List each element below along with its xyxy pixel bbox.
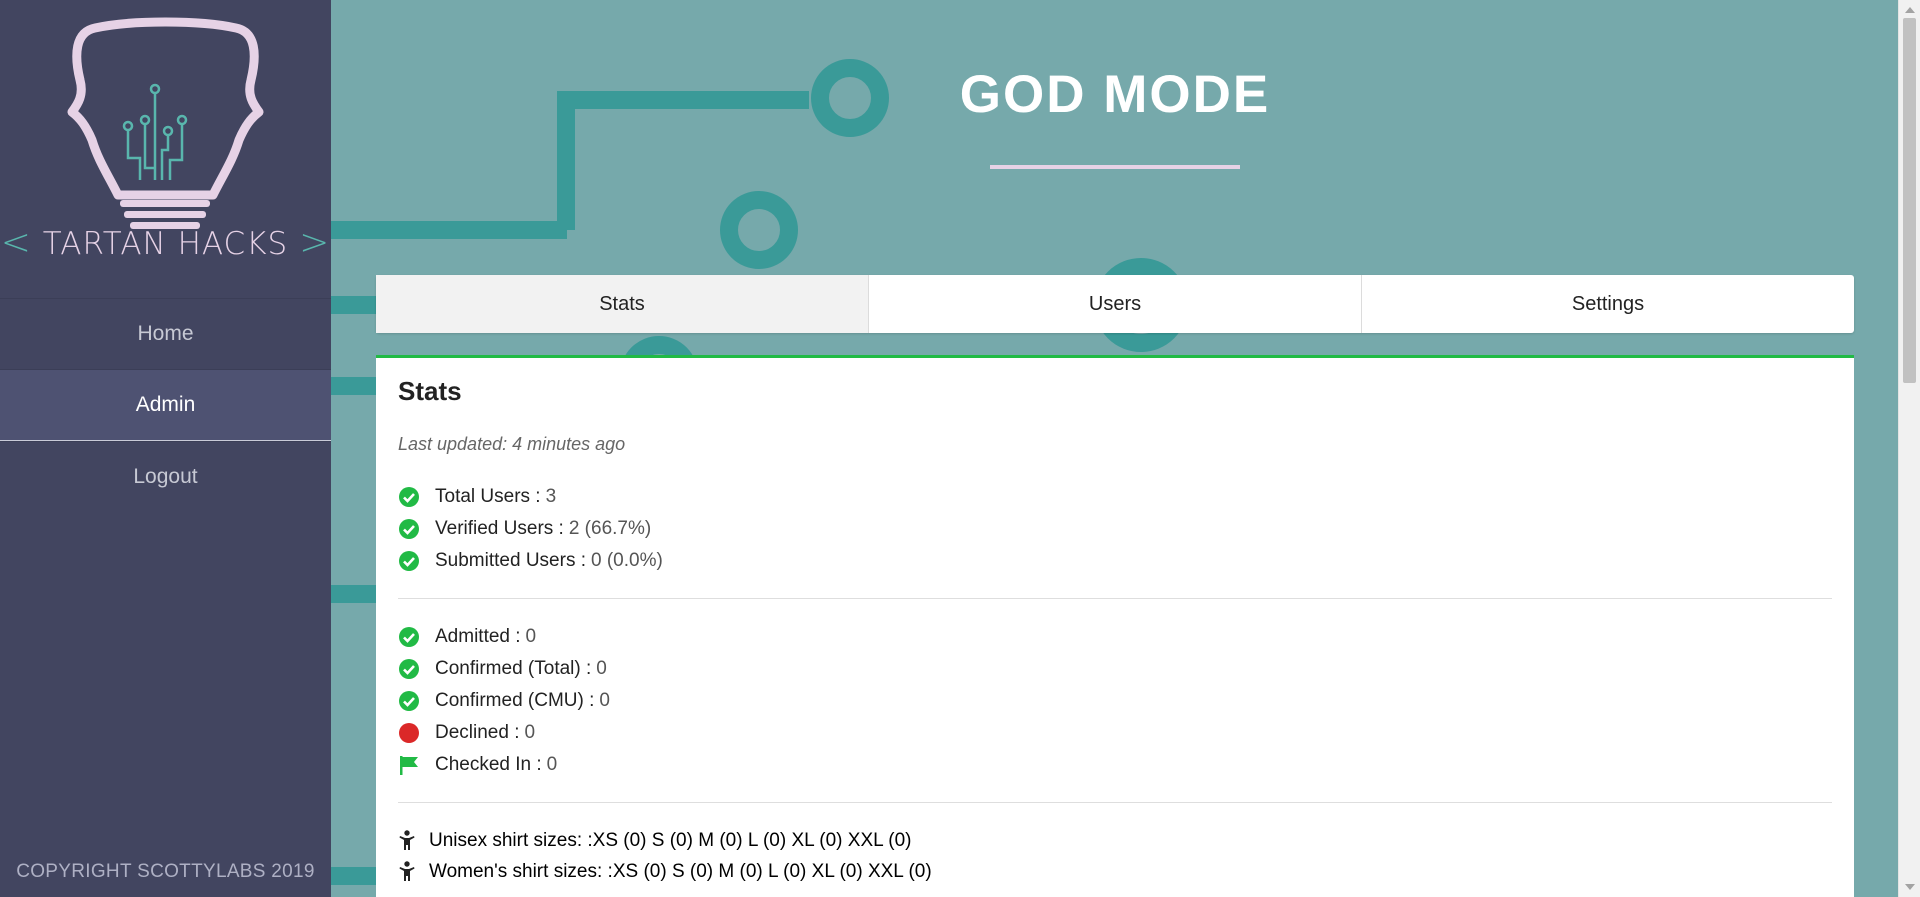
- divider: [398, 598, 1832, 599]
- stat-label: Declined :: [435, 722, 520, 743]
- tab-settings[interactable]: Settings: [1362, 275, 1854, 333]
- sidebar-item-logout[interactable]: Logout: [0, 441, 331, 512]
- scrollbar-thumb[interactable]: [1903, 18, 1916, 383]
- list-item: Admitted : 0: [398, 621, 1832, 653]
- list-item: Submitted Users : 0 (0.0%): [398, 545, 1832, 577]
- stat-value: 0 (0.0%): [591, 550, 663, 571]
- shirt-label: Unisex shirt sizes: :: [429, 829, 593, 851]
- sidebar-item-admin[interactable]: Admin: [0, 369, 331, 441]
- page-title: GOD MODE: [959, 65, 1271, 124]
- list-item: Total Users : 3: [398, 481, 1832, 513]
- red-circle-icon: [399, 723, 419, 743]
- list-item: Women's shirt sizes: : XS (0) S (0) M (0…: [398, 856, 1832, 887]
- green-flag-icon: [400, 756, 418, 775]
- stat-value: 0: [525, 626, 537, 647]
- stat-value: 0: [546, 754, 558, 775]
- check-circle-icon: [399, 519, 419, 539]
- stat-value: 3: [545, 486, 557, 507]
- stat-value: 2 (66.7%): [568, 518, 652, 539]
- list-item: Unisex shirt sizes: : XS (0) S (0) M (0)…: [398, 825, 1832, 856]
- list-item: Checked In : 0: [398, 749, 1832, 781]
- check-circle-icon: [399, 627, 419, 647]
- list-item: Verified Users : 2 (66.7%): [398, 513, 1832, 545]
- stat-value: 0: [596, 658, 607, 679]
- stat-value: 0: [599, 690, 610, 711]
- tab-stats[interactable]: Stats: [376, 275, 869, 333]
- main-content: GOD MODE Stats Users Settings Stats Last…: [331, 0, 1899, 897]
- child-icon: [399, 860, 415, 881]
- check-circle-icon: [399, 659, 419, 679]
- sidebar-item-home[interactable]: Home: [0, 298, 331, 369]
- vertical-scrollbar[interactable]: [1898, 0, 1920, 897]
- list-item: Confirmed (Total) : 0: [398, 653, 1832, 685]
- tab-users[interactable]: Users: [869, 275, 1362, 333]
- stats-heading: Stats: [398, 376, 462, 406]
- check-circle-icon: [399, 551, 419, 571]
- scroll-down-arrow-icon[interactable]: [1905, 884, 1915, 890]
- brand-name: < TARTAN HACKS >: [0, 222, 331, 263]
- last-updated: Last updated: 4 minutes ago: [398, 434, 626, 454]
- brand-text: TARTAN HACKS: [42, 226, 289, 262]
- title-underline: [990, 165, 1240, 169]
- stats-panel: Stats Last updated: 4 minutes ago Total …: [376, 355, 1854, 897]
- stat-label: Confirmed (Total) :: [435, 658, 592, 679]
- stat-label: Admitted :: [435, 626, 521, 647]
- list-item: Confirmed (CMU) : 0: [398, 685, 1832, 717]
- shirt-label: Women's shirt sizes: :: [429, 860, 613, 882]
- stat-label: Submitted Users :: [435, 550, 586, 571]
- scroll-up-arrow-icon[interactable]: [1905, 7, 1915, 13]
- shirt-size-list: Unisex shirt sizes: : XS (0) S (0) M (0)…: [398, 825, 1832, 887]
- stat-value: 0: [524, 722, 536, 743]
- stat-label: Confirmed (CMU) :: [435, 690, 595, 711]
- check-circle-icon: [399, 691, 419, 711]
- stat-label: Total Users :: [435, 486, 541, 507]
- shirt-value: XS (0) S (0) M (0) L (0) XL (0) XXL (0): [612, 860, 932, 882]
- user-count-list: Total Users : 3 Verified Users : 2 (66.7…: [398, 481, 1832, 577]
- sidebar: < TARTAN HACKS > Home Admin Logout COPYR…: [0, 0, 331, 897]
- copyright: COPYRIGHT SCOTTYLABS 2019: [16, 861, 315, 882]
- admin-tabs: Stats Users Settings: [376, 275, 1854, 333]
- stat-label: Verified Users :: [435, 518, 564, 539]
- divider: [398, 802, 1832, 803]
- status-count-list: Admitted : 0 Confirmed (Total) : 0 Confi…: [398, 621, 1832, 781]
- brand-right-bracket: >: [299, 222, 331, 263]
- stat-label: Checked In :: [435, 754, 542, 775]
- sidebar-nav: Home Admin Logout: [0, 298, 331, 512]
- list-item: Declined : 0: [398, 717, 1832, 749]
- child-icon: [399, 829, 415, 850]
- brand-left-bracket: <: [0, 222, 32, 263]
- shirt-value: XS (0) S (0) M (0) L (0) XL (0) XXL (0): [592, 829, 912, 851]
- check-circle-icon: [399, 487, 419, 507]
